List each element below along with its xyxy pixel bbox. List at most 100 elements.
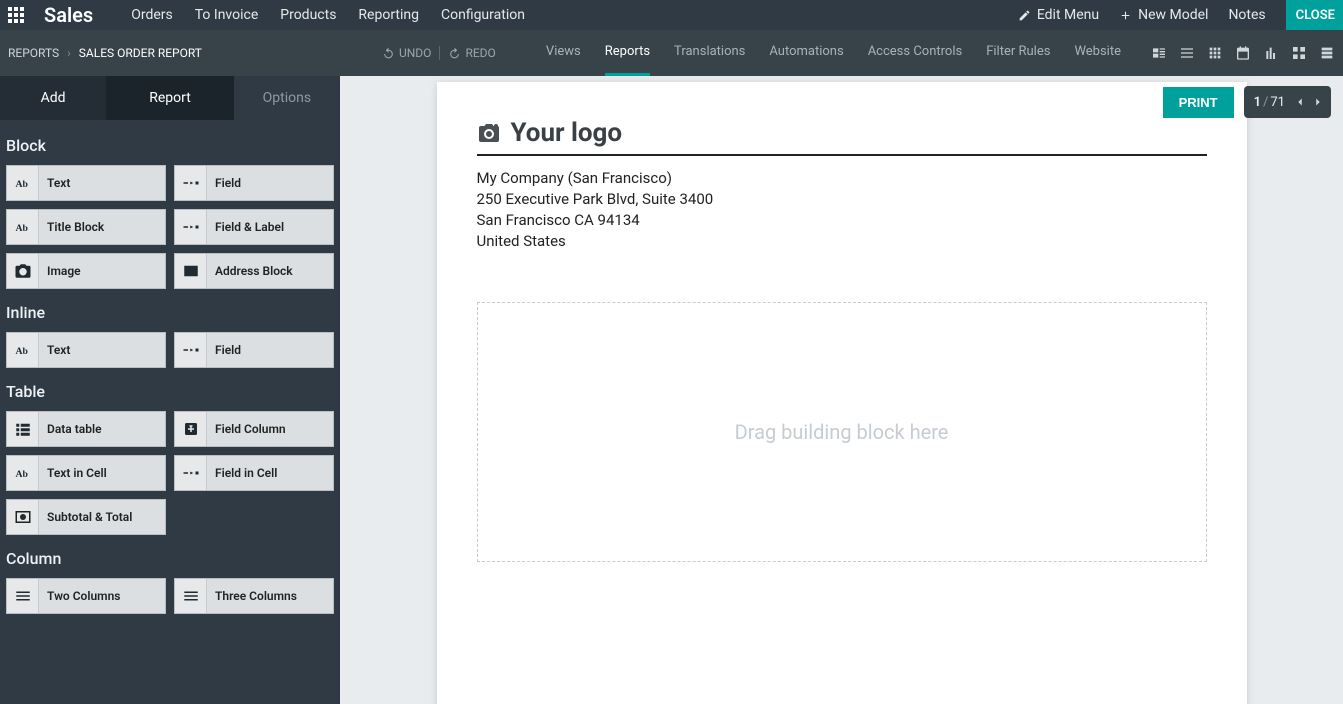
notes-link[interactable]: Notes: [1228, 7, 1265, 23]
redo-button[interactable]: REDO: [448, 46, 495, 60]
block-field-column[interactable]: Field Column: [174, 411, 334, 447]
block-text[interactable]: Text: [6, 332, 166, 368]
section-title: Table: [6, 382, 334, 401]
pencil-icon: [1018, 9, 1031, 22]
close-button[interactable]: CLOSE: [1286, 0, 1343, 30]
report-paper: Your logo My Company (San Francisco) 250…: [437, 82, 1247, 704]
logo-text: Your logo: [511, 118, 623, 148]
section-title: Column: [6, 549, 334, 568]
dropzone[interactable]: Drag building block here: [477, 302, 1207, 562]
breadcrumb-root[interactable]: REPORTS: [8, 46, 59, 60]
nav-to-invoice[interactable]: To Invoice: [195, 7, 259, 23]
graph-view-icon[interactable]: [1263, 45, 1279, 61]
block-three-columns[interactable]: Three Columns: [174, 578, 334, 614]
block-label: Address Block: [207, 264, 293, 278]
block-two-columns[interactable]: Two Columns: [6, 578, 166, 614]
block-label: Field Column: [207, 422, 286, 436]
logo-row[interactable]: Your logo: [477, 118, 1207, 156]
pivot-view-icon[interactable]: [1291, 45, 1307, 61]
new-model-button[interactable]: New Model: [1119, 7, 1208, 23]
sidebar-tab-report[interactable]: Report: [106, 76, 234, 120]
sidebar-tab-add[interactable]: Add: [0, 76, 106, 120]
company-country: United States: [477, 231, 1207, 252]
block-text[interactable]: Text: [6, 165, 166, 201]
kanban-view-icon[interactable]: [1207, 45, 1223, 61]
block-field-label[interactable]: Field & Label: [174, 209, 334, 245]
breadcrumb-sep: ›: [67, 46, 71, 60]
plus-icon: [1119, 9, 1132, 22]
pager-prev-icon[interactable]: [1293, 95, 1307, 109]
block-subtotal-total[interactable]: Subtotal & Total: [6, 499, 166, 535]
pager: 1/71: [1244, 86, 1331, 118]
apps-icon[interactable]: [8, 7, 24, 23]
ab-icon: [7, 210, 39, 244]
ab-icon: [7, 166, 39, 200]
block-grid: Text Field: [6, 332, 334, 368]
tab-views[interactable]: Views: [546, 30, 581, 76]
section-title: Block: [6, 136, 334, 155]
tab-automations[interactable]: Automations: [769, 30, 843, 76]
col2-icon: [7, 579, 39, 613]
view-icons: [1151, 45, 1335, 61]
block-image[interactable]: Image: [6, 253, 166, 289]
nav-products[interactable]: Products: [280, 7, 336, 23]
block-grid: Text Field Title Block Field & Label Image Ad…: [6, 165, 334, 289]
sidebar-content: Block Text Field Title Block Field & Label Im…: [0, 120, 340, 634]
block-field[interactable]: Field: [174, 332, 334, 368]
studio-bar: REPORTS › SALES ORDER REPORT UNDO REDO V…: [0, 30, 1343, 76]
col3-icon: [175, 579, 207, 613]
edit-menu-button[interactable]: Edit Menu: [1018, 7, 1099, 23]
block-field[interactable]: Field: [174, 165, 334, 201]
brand[interactable]: Sales: [44, 3, 93, 27]
divider: [439, 46, 440, 60]
block-label: Image: [39, 264, 81, 278]
block-address-block[interactable]: Address Block: [174, 253, 334, 289]
tab-website[interactable]: Website: [1074, 30, 1121, 76]
company-city: San Francisco CA 94134: [477, 210, 1207, 231]
block-label: Subtotal & Total: [39, 510, 132, 524]
canvas-area: PRINT 1/71 Your logo My Company (San Fra…: [340, 76, 1343, 704]
tab-translations[interactable]: Translations: [674, 30, 745, 76]
breadcrumb-current: SALES ORDER REPORT: [79, 46, 202, 60]
field-icon: [175, 210, 207, 244]
print-button[interactable]: PRINT: [1163, 87, 1234, 118]
activity-view-icon[interactable]: [1319, 45, 1335, 61]
block-data-table[interactable]: Data table: [6, 411, 166, 447]
nav-orders[interactable]: Orders: [131, 7, 173, 23]
block-text-in-cell[interactable]: Text in Cell: [6, 455, 166, 491]
company-address[interactable]: My Company (San Francisco) 250 Executive…: [477, 168, 1207, 252]
section-title: Inline: [6, 303, 334, 322]
top-nav: Sales Orders To Invoice Products Reporti…: [0, 0, 1343, 30]
sidebar: Add Report Options Block Text Field Title B…: [0, 76, 340, 704]
undo-icon: [382, 47, 395, 60]
company-street: 250 Executive Park Blvd, Suite 3400: [477, 189, 1207, 210]
block-label: Field: [207, 176, 241, 190]
block-grid: Data table Field Column Text in CellField …: [6, 411, 334, 535]
pager-next-icon[interactable]: [1311, 95, 1325, 109]
block-label: Three Columns: [207, 589, 297, 603]
block-title-block[interactable]: Title Block: [6, 209, 166, 245]
nav-right: Edit Menu New Model Notes CLOSE: [1018, 0, 1335, 30]
tab-filter-rules[interactable]: Filter Rules: [986, 30, 1050, 76]
tab-access-controls[interactable]: Access Controls: [868, 30, 963, 76]
fieldcol-icon: [175, 412, 207, 446]
tab-reports[interactable]: Reports: [605, 30, 650, 76]
block-field-in-cell[interactable]: Field in Cell: [174, 455, 334, 491]
nav-configuration[interactable]: Configuration: [441, 7, 525, 23]
block-label: Two Columns: [39, 589, 120, 603]
block-label: Field & Label: [207, 220, 284, 234]
sidebar-tab-options[interactable]: Options: [234, 76, 340, 120]
nav-items: Orders To Invoice Products Reporting Con…: [131, 7, 525, 23]
canvas-controls: PRINT 1/71: [1163, 86, 1331, 118]
undo-button[interactable]: UNDO: [382, 46, 431, 60]
subtotal-icon: [7, 500, 39, 534]
breadcrumb: REPORTS › SALES ORDER REPORT: [8, 46, 202, 60]
address-icon: [175, 254, 207, 288]
block-label: Title Block: [39, 220, 104, 234]
list-view-icon[interactable]: [1179, 45, 1195, 61]
form-view-icon[interactable]: [1151, 45, 1167, 61]
calendar-view-icon[interactable]: [1235, 45, 1251, 61]
datatable-icon: [7, 412, 39, 446]
block-label: Text: [39, 343, 70, 357]
nav-reporting[interactable]: Reporting: [358, 7, 419, 23]
